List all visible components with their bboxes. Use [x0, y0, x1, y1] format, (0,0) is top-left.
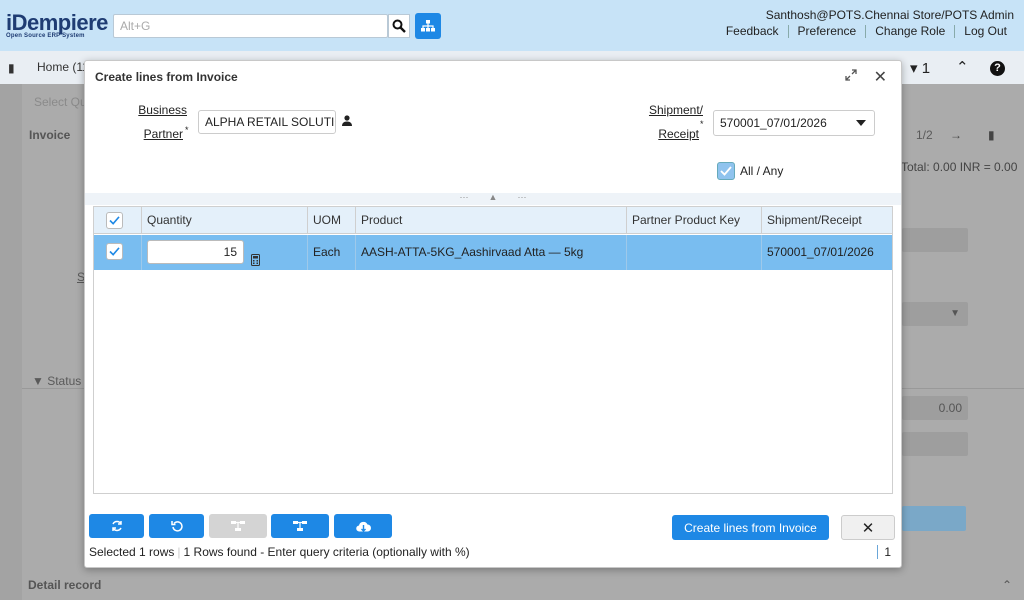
shipment-select-value: 570001_07/01/2026 — [720, 116, 827, 130]
status-label: Status — [47, 374, 82, 388]
invoice-tab-label[interactable]: Invoice — [29, 128, 70, 142]
status-divider: | — [177, 545, 181, 559]
search-icon[interactable] — [388, 14, 410, 38]
calculator-icon[interactable] — [251, 245, 260, 270]
home-tab[interactable]: Home (11 — [37, 60, 89, 74]
expand-side-icon[interactable]: ▮ — [8, 61, 15, 75]
cloud-download-icon — [355, 521, 371, 532]
all-any-label: All / Any — [740, 164, 784, 178]
row-select-cell — [94, 235, 141, 270]
shipment-receipt-select[interactable]: 570001_07/01/2026 — [713, 110, 875, 136]
help-icon[interactable]: ? — [990, 61, 1005, 76]
cancel-button[interactable]: ✕ — [841, 515, 895, 540]
reset-button[interactable] — [149, 514, 204, 538]
status-bar: Selected 1 rows | 1 Rows found - Enter que… — [89, 545, 470, 559]
required-marker: * — [185, 125, 189, 135]
parameter-panel: Business Partner * ALPHA RETAIL SOLUTIO … — [85, 93, 901, 193]
refresh-button[interactable] — [89, 514, 144, 538]
expand-detail-icon[interactable]: ⌃ — [1002, 578, 1012, 592]
select-all-cell — [94, 207, 141, 234]
tree-structure-icon — [293, 521, 307, 531]
page-number[interactable]: 1 — [877, 545, 891, 559]
status-section[interactable]: ▼ Status — [32, 374, 81, 388]
shipment-label-2: Receipt — [658, 127, 699, 141]
all-any-toggle[interactable]: All / Any — [717, 162, 783, 180]
panel-splitter[interactable]: ··· ▲ ··· — [85, 193, 901, 205]
dropdown-arrow-icon — [856, 120, 866, 126]
customize-button[interactable] — [271, 514, 329, 538]
close-icon[interactable]: ✕ — [874, 67, 887, 87]
dialog-title: Create lines from Invoice — [95, 70, 238, 84]
preference-link[interactable]: Preference — [787, 25, 866, 38]
collapsed-side-panel — [0, 84, 22, 600]
quantity-cell: 15 — [141, 235, 307, 270]
rows-found-status: 1 Rows found - Enter query criteria (opt… — [183, 545, 470, 559]
create-lines-dialog: Create lines from Invoice ✕ Business Par… — [84, 60, 902, 568]
header-links: Feedback Preference Change Role Log Out — [717, 25, 1016, 38]
zoom-button[interactable] — [209, 514, 267, 538]
partner-key-cell — [626, 235, 761, 270]
column-uom[interactable]: UOM — [307, 207, 355, 234]
business-partner-field[interactable]: ALPHA RETAIL SOLUTIO — [198, 110, 336, 134]
person-icon[interactable] — [342, 115, 352, 129]
select-all-checkbox[interactable] — [106, 212, 123, 229]
grid-header: Quantity UOM Product Partner Product Key… — [94, 207, 892, 234]
menu-tree-button[interactable] — [415, 13, 441, 39]
column-product[interactable]: Product — [355, 207, 626, 234]
refresh-icon — [111, 520, 122, 532]
record-counter: 1/2 — [916, 128, 933, 142]
bg-amount-field[interactable]: 0.00 — [902, 396, 968, 420]
export-button[interactable] — [334, 514, 392, 538]
bg-field[interactable] — [902, 228, 968, 252]
business-partner-label-1: Business — [138, 103, 187, 117]
global-search-input[interactable]: Alt+G — [113, 14, 388, 38]
toolbar-number: 1 — [921, 60, 931, 77]
row-checkbox[interactable] — [106, 243, 123, 260]
table-row[interactable]: 15 Each AASH-ATTA-5KG_Aashirvaad Atta — … — [94, 235, 892, 270]
business-partner-label-2: Partner — [143, 127, 183, 141]
idempiere-logo[interactable]: iDempiere Open Source ERP System — [6, 10, 108, 40]
required-marker: * — [700, 119, 704, 129]
splitter-dots-icon: ··· ▲ ··· — [459, 192, 527, 202]
selected-rows-status: Selected 1 rows — [89, 545, 175, 559]
bg-field-2[interactable] — [902, 432, 968, 456]
column-shipment-receipt[interactable]: Shipment/Receipt — [761, 207, 892, 234]
user-info: Santhosh@POTS.Chennai Store/POTS Admin — [765, 8, 1014, 22]
chevron-down-icon: ▼ — [950, 308, 960, 319]
tree-structure-icon — [231, 521, 245, 531]
sitemap-icon — [421, 20, 435, 32]
change-role-link[interactable]: Change Role — [865, 25, 954, 38]
feedback-link[interactable]: Feedback — [717, 25, 788, 38]
create-lines-button[interactable]: Create lines from Invoice — [672, 515, 829, 540]
undo-icon — [170, 521, 183, 532]
bg-button[interactable] — [902, 506, 966, 531]
next-record-icon[interactable]: → — [950, 128, 962, 142]
product-cell: AASH-ATTA-5KG_Aashirvaad Atta — 5kg — [355, 235, 626, 270]
shipment-cell: 570001_07/01/2026 — [761, 235, 892, 270]
last-record-icon[interactable]: ▮ — [988, 128, 995, 142]
shipment-label-1: Shipment/ — [648, 103, 703, 117]
toolbar-dropdown[interactable]: ▾ 1 — [910, 59, 930, 77]
collapse-up-icon[interactable]: ⌃ — [956, 58, 969, 76]
logout-link[interactable]: Log Out — [954, 25, 1016, 38]
uom-cell: Each — [307, 235, 355, 270]
all-any-checkbox[interactable] — [717, 162, 735, 180]
bg-select[interactable]: ▼ — [902, 302, 968, 326]
total-summary: Total: 0.00 INR = 0.00 — [901, 160, 1018, 174]
quantity-input[interactable]: 15 — [147, 240, 244, 264]
app-header: iDempiere Open Source ERP System Alt+G S… — [0, 0, 1024, 51]
column-partner-product-key[interactable]: Partner Product Key — [626, 207, 761, 234]
maximize-icon[interactable] — [845, 69, 857, 84]
select-query-field[interactable]: Select Qu — [34, 95, 87, 109]
logo-text: iDempiere — [6, 10, 108, 35]
column-quantity[interactable]: Quantity — [141, 207, 307, 234]
close-icon: ✕ — [861, 519, 875, 537]
detail-record-label: Detail record — [28, 578, 102, 592]
invoice-lines-grid: Quantity UOM Product Partner Product Key… — [93, 206, 893, 494]
